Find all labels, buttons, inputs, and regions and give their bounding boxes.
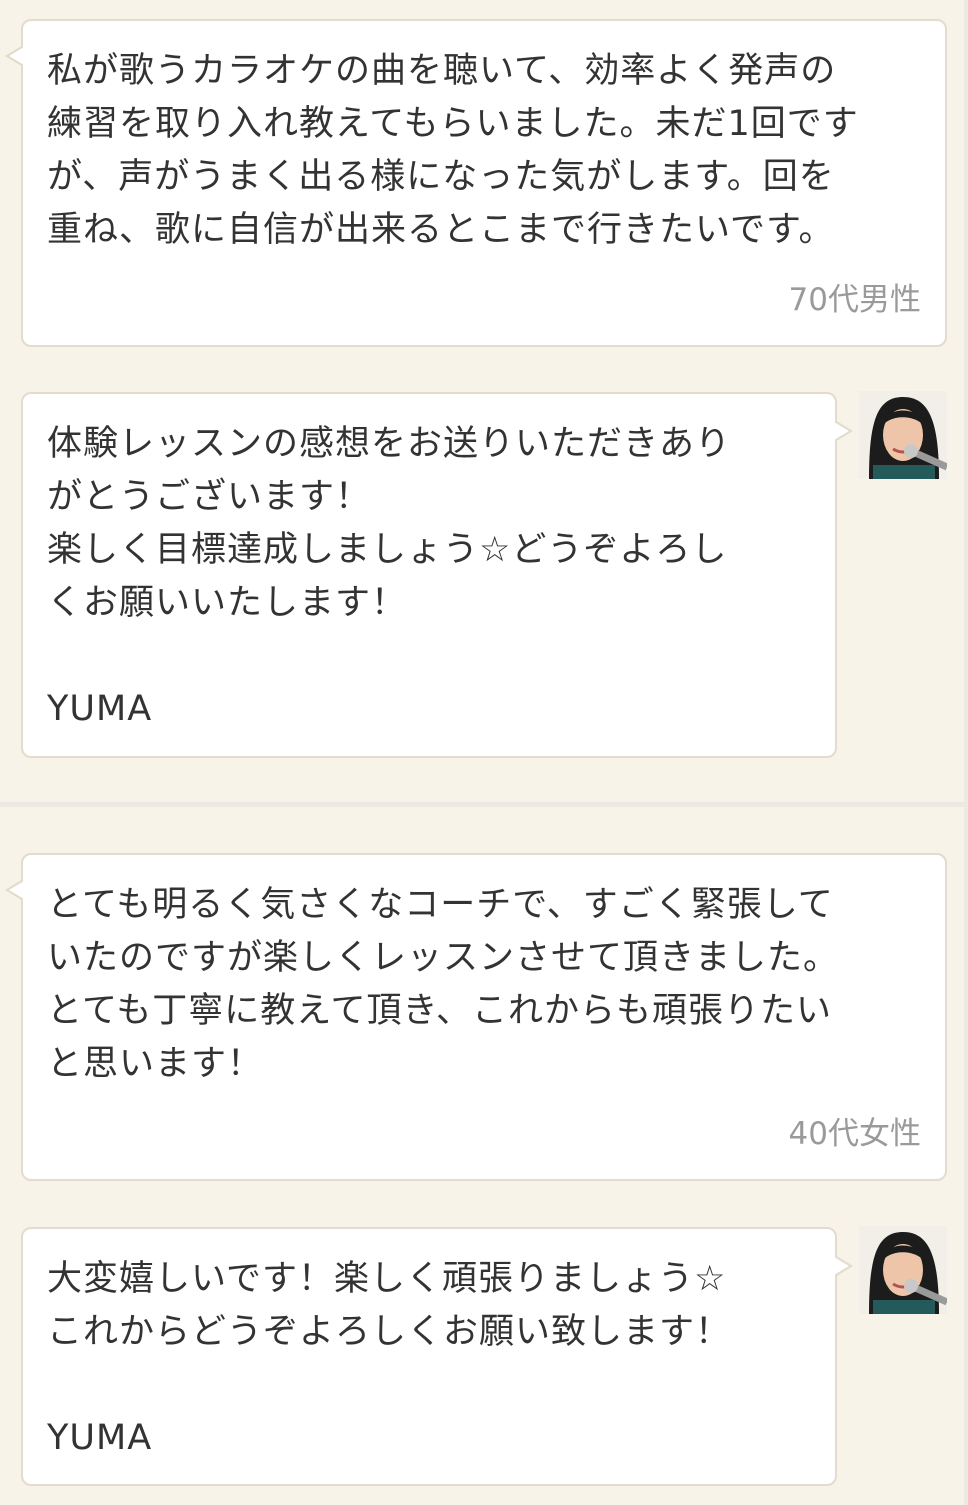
coach-avatar[interactable] [859,1226,947,1314]
reply-bubble: 体験レッスンの感想をお送りいただきあり がとうございます！ 楽しく目標達成しまし… [21,392,853,758]
coach-avatar-icon [859,1226,947,1314]
review-bubble: 私が歌うカラオケの曲を聴いて、効率よく発声の 練習を取り入れ教えてもらいました。… [5,19,947,347]
review-text: とても明るく気さくなコーチで、すごく緊張して いたのですが楽しくレッスンさせて頂… [47,885,840,1084]
review-bubble: とても明るく気さくなコーチで、すごく緊張して いたのですが楽しくレッスンさせて頂… [5,853,947,1181]
reply-bubble: 大変嬉しいです！楽しく頑張りましょう☆ これからどうぞよろしくお願い致します！ … [21,1227,853,1486]
coach-avatar[interactable] [859,391,947,479]
page-edge [964,0,968,1505]
thread-divider [0,802,968,807]
review-author-label: 40代女性 [788,1116,921,1152]
coach-avatar-icon [859,391,947,479]
reply-text: 大変嬉しいです！楽しく頑張りましょう☆ これからどうぞよろしくお願い致します！ … [47,1259,732,1458]
reply-text: 体験レッスンの感想をお送りいただきあり がとうございます！ 楽しく目標達成しまし… [47,424,732,729]
review-text: 私が歌うカラオケの曲を聴いて、効率よく発声の 練習を取り入れ教えてもらいました。… [47,51,859,250]
review-author-label: 70代男性 [788,282,921,318]
